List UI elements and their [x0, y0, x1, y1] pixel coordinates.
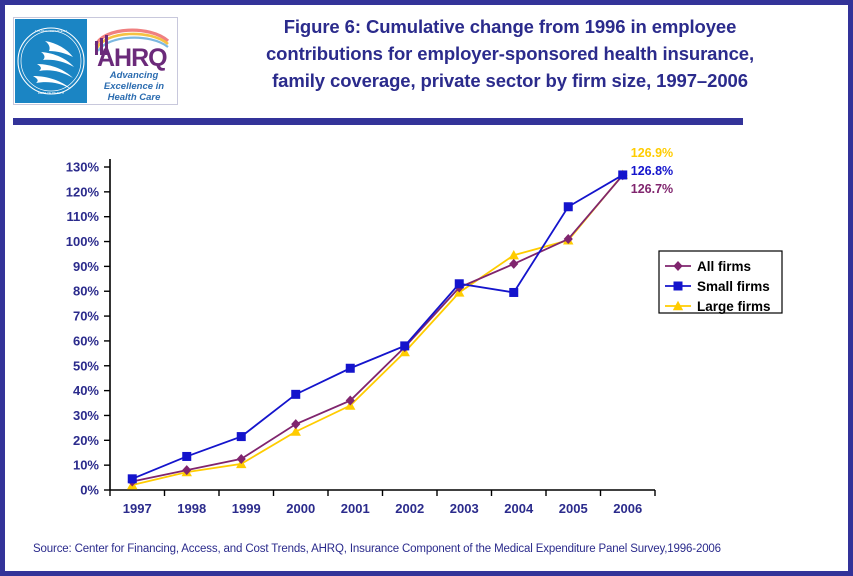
data-point-marker	[236, 432, 246, 442]
ahrq-wordmark-svg: AHRQ Advancing Excellence in Health Care	[94, 28, 170, 103]
ahrq-wordmark: AHRQ Advancing Excellence in Health Care	[88, 19, 176, 103]
y-axis-tick-label: 130%	[66, 160, 100, 175]
data-point-marker	[673, 281, 683, 291]
svg-text:Excellence in: Excellence in	[104, 81, 164, 92]
end-value-annotations: 126.9% 126.8% 126.7%	[631, 146, 673, 196]
y-axis-tick-label: 50%	[73, 358, 99, 373]
y-axis-tick-label: 80%	[73, 284, 99, 299]
x-axis-tick-label: 2000	[286, 501, 315, 516]
series-small-firms	[127, 170, 628, 484]
y-axis-tick-label: 30%	[73, 408, 99, 423]
page-title: Figure 6: Cumulative change from 1996 in…	[185, 13, 835, 94]
y-axis-tick-label: 100%	[66, 234, 100, 249]
x-axis-ticks	[109, 490, 656, 496]
x-axis-tick-label: 1999	[232, 501, 261, 516]
ahrq-logo: * HUMAN SERVICES * DEPT OF HEALTH AHRQ A…	[13, 17, 178, 105]
y-axis-tick-label: 40%	[73, 383, 99, 398]
data-point-marker	[454, 279, 464, 289]
svg-text:* HUMAN SERVICES *: * HUMAN SERVICES *	[35, 29, 68, 33]
figure-header: * HUMAN SERVICES * DEPT OF HEALTH AHRQ A…	[5, 5, 848, 111]
header-divider	[13, 118, 743, 125]
y-axis-tick-label: 0%	[80, 483, 99, 498]
series-all-firms	[127, 170, 628, 487]
x-axis-tick-label: 2002	[395, 501, 424, 516]
x-axis-tick-label: 2001	[341, 501, 370, 516]
data-point-marker	[618, 170, 628, 180]
y-axis-tick-label: 10%	[73, 458, 99, 473]
y-axis-tick-label: 120%	[66, 184, 100, 199]
data-series-group	[127, 169, 628, 490]
data-point-marker	[563, 202, 573, 212]
title-line-1: Figure 6: Cumulative change from 1996 in…	[283, 16, 737, 37]
series-large-firms	[127, 169, 628, 490]
end-value-label: 126.9%	[631, 146, 673, 160]
svg-text:AHRQ: AHRQ	[97, 44, 167, 72]
hhs-seal-icon: * HUMAN SERVICES * DEPT OF HEALTH	[15, 19, 87, 103]
x-axis-tick-label: 2003	[450, 501, 479, 516]
title-line-3: family coverage, private sector by firm …	[272, 70, 748, 91]
y-axis-labels: 0% 10% 20% 30% 40% 50% 60% 70% 80% 90% 100% 110% 120…	[66, 160, 100, 498]
data-point-marker	[182, 451, 192, 461]
legend-label: All firms	[697, 259, 751, 274]
source-note: Source: Center for Financing, Access, an…	[33, 543, 721, 555]
hhs-seal-svg: * HUMAN SERVICES * DEPT OF HEALTH	[17, 27, 85, 95]
x-axis-tick-label: 2006	[613, 501, 642, 516]
x-axis-tick-label: 1998	[177, 501, 206, 516]
data-point-marker	[127, 474, 137, 484]
svg-text:Advancing: Advancing	[109, 70, 159, 81]
y-axis-tick-label: 110%	[66, 209, 99, 224]
legend-label: Small firms	[697, 279, 770, 294]
end-value-label: 126.8%	[631, 164, 673, 178]
x-axis-tick-label: 1997	[123, 501, 152, 516]
data-point-marker	[400, 341, 410, 351]
series-line	[132, 174, 624, 486]
series-line	[132, 174, 624, 483]
y-axis-tick-label: 90%	[73, 259, 99, 274]
x-axis-tick-label: 2004	[504, 501, 534, 516]
data-point-marker	[291, 389, 301, 399]
svg-text:DEPT OF HEALTH: DEPT OF HEALTH	[38, 91, 64, 95]
data-point-marker	[509, 287, 519, 297]
y-axis-tick-label: 70%	[73, 309, 99, 324]
y-axis-tick-label: 60%	[73, 333, 99, 348]
x-axis-tick-label: 2005	[559, 501, 588, 516]
figure-page: * HUMAN SERVICES * DEPT OF HEALTH AHRQ A…	[0, 0, 853, 576]
data-point-marker	[291, 419, 301, 430]
legend-label: Large firms	[697, 299, 771, 314]
x-axis-labels: 1997 1998 1999 2000 2001 2002 2003 2004 2005 2006	[123, 501, 642, 516]
data-point-marker	[345, 363, 355, 373]
chart-container: 0% 10% 20% 30% 40% 50% 60% 70% 80% 90% 100% 110% 120…	[5, 129, 848, 525]
chart-legend[interactable]: All firms Small firms Large firms	[658, 250, 783, 314]
y-axis-tick-label: 20%	[73, 433, 99, 448]
line-chart: 0% 10% 20% 30% 40% 50% 60% 70% 80% 90% 100% 110% 120…	[66, 146, 783, 516]
series-line	[131, 174, 624, 480]
data-point-marker	[509, 258, 519, 269]
title-line-2: contributions for employer-sponsored hea…	[265, 43, 754, 64]
y-axis-ticks	[104, 166, 110, 491]
svg-text:Health Care: Health Care	[108, 92, 162, 103]
end-value-label: 126.7%	[631, 182, 673, 196]
